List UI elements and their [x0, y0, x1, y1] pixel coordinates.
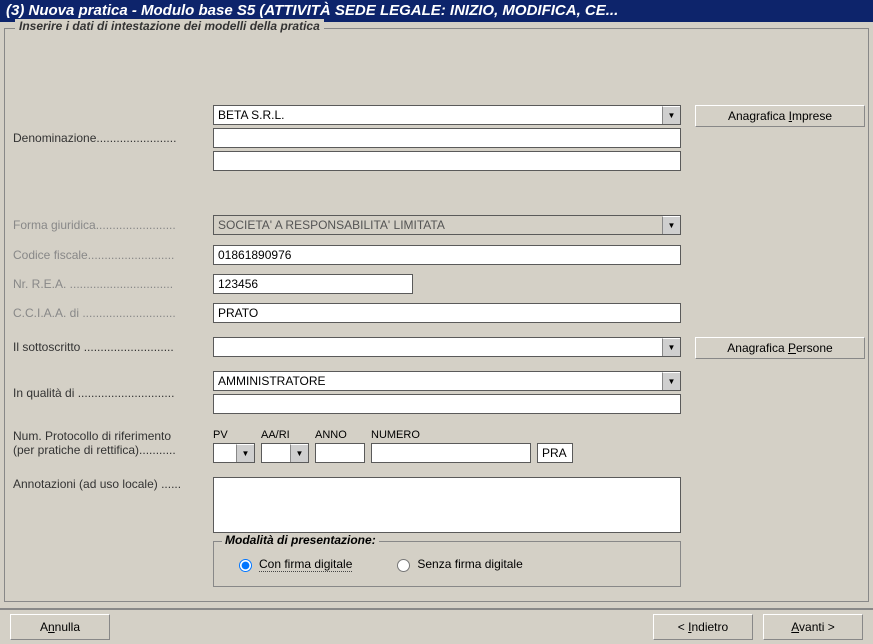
label-cciaa: C.C.I.A.A. di ..........................… — [13, 306, 213, 320]
anagrafica-imprese-button[interactable]: Anagrafica Imprese — [695, 105, 865, 127]
nr-rea-input[interactable] — [213, 274, 413, 294]
label-annotazioni: Annotazioni (ad uso locale) ...... — [13, 477, 213, 491]
label-denominazione: Denominazione........................ — [13, 131, 213, 145]
chevron-down-icon[interactable]: ▼ — [236, 444, 254, 462]
annotazioni-textarea[interactable] — [213, 477, 681, 533]
label-protocollo: Num. Protocollo di riferimento — [13, 429, 213, 443]
label-forma-giuridica: Forma giuridica........................ — [13, 218, 213, 232]
chevron-down-icon[interactable]: ▼ — [662, 338, 680, 356]
in-qualita-line2[interactable] — [213, 394, 681, 414]
forma-giuridica-value — [214, 216, 662, 234]
chevron-down-icon[interactable]: ▼ — [662, 372, 680, 390]
forma-giuridica-select: ▼ — [213, 215, 681, 235]
in-qualita-select[interactable]: ▼ — [213, 371, 681, 391]
avanti-button[interactable]: Avanti > — [763, 614, 863, 640]
protocollo-hdr-aari: AA/RI — [261, 429, 309, 443]
label-sottoscritto: Il sottoscritto ........................… — [13, 340, 213, 354]
denominazione-line3[interactable] — [213, 151, 681, 171]
protocollo-aari-input[interactable] — [262, 444, 290, 462]
label-protocollo-sub: (per pratiche di rettifica)........... — [13, 443, 213, 457]
radio-senza-firma-input[interactable] — [397, 559, 410, 572]
main-fieldset: Inserire i dati di intestazione dei mode… — [4, 28, 869, 602]
annulla-button[interactable]: Annulla — [10, 614, 110, 640]
presentation-fieldset: Modalità di presentazione: Con firma dig… — [213, 541, 681, 587]
chevron-down-icon[interactable]: ▼ — [290, 444, 308, 462]
bottom-bar: Annulla < Indietro Avanti > — [0, 608, 873, 644]
sottoscritto-input[interactable] — [214, 338, 662, 356]
protocollo-anno-input[interactable] — [315, 443, 365, 463]
label-codice-fiscale: Codice fiscale.......................... — [13, 248, 213, 262]
sottoscritto-select[interactable]: ▼ — [213, 337, 681, 357]
radio-con-firma-input[interactable] — [239, 559, 252, 572]
label-nr-rea: Nr. R.E.A. .............................… — [13, 277, 213, 291]
protocollo-pv-select[interactable]: ▼ — [213, 443, 255, 463]
chevron-down-icon: ▼ — [662, 216, 680, 234]
in-qualita-input[interactable] — [214, 372, 662, 390]
protocollo-suffix — [537, 443, 573, 463]
protocollo-hdr-pv: PV — [213, 429, 255, 443]
chevron-down-icon[interactable]: ▼ — [662, 106, 680, 124]
radio-senza-firma-label: Senza firma digitale — [417, 557, 522, 571]
presentation-legend: Modalità di presentazione: — [222, 533, 379, 547]
protocollo-hdr-numero: NUMERO — [371, 429, 531, 443]
radio-senza-firma[interactable]: Senza firma digitale — [392, 556, 522, 572]
protocollo-numero-input[interactable] — [371, 443, 531, 463]
anagrafica-persone-button[interactable]: Anagrafica Persone — [695, 337, 865, 359]
radio-con-firma-label: Con firma digitale — [259, 557, 352, 572]
protocollo-aari-select[interactable]: ▼ — [261, 443, 309, 463]
protocollo-hdr-anno: ANNO — [315, 429, 365, 443]
codice-fiscale-input[interactable] — [213, 245, 681, 265]
label-in-qualita: In qualità di ..........................… — [13, 386, 213, 400]
radio-con-firma[interactable]: Con firma digitale — [234, 556, 352, 572]
protocollo-pv-input[interactable] — [214, 444, 236, 462]
indietro-button[interactable]: < Indietro — [653, 614, 753, 640]
fieldset-legend: Inserire i dati di intestazione dei mode… — [15, 19, 324, 33]
denominazione-input[interactable] — [214, 106, 662, 124]
denominazione-select[interactable]: ▼ — [213, 105, 681, 125]
cciaa-input[interactable] — [213, 303, 681, 323]
denominazione-line2[interactable] — [213, 128, 681, 148]
